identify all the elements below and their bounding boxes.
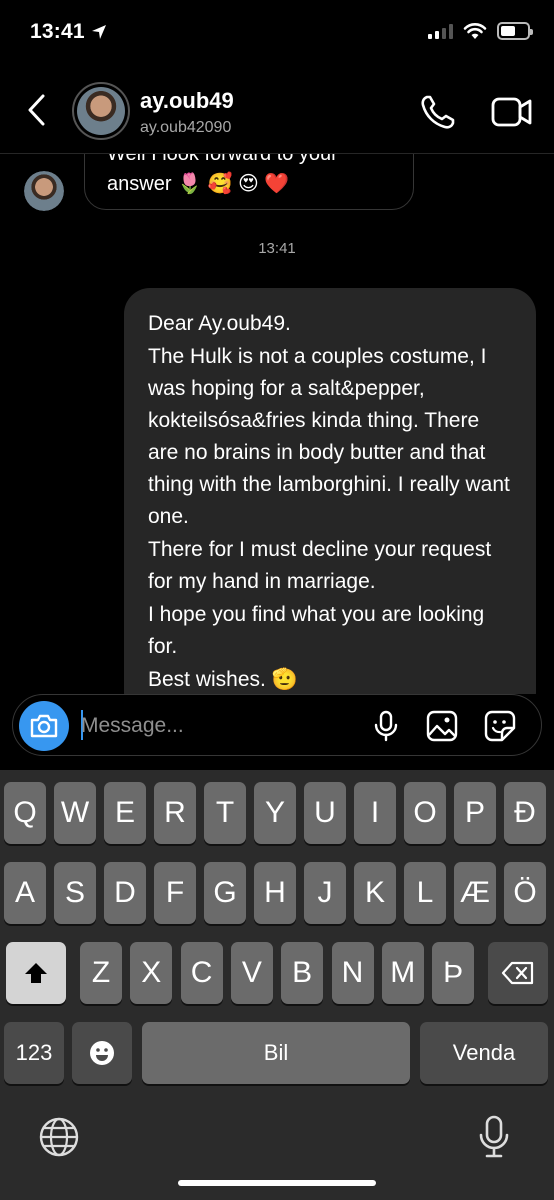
gallery-button[interactable] (425, 709, 459, 743)
wifi-icon (463, 23, 487, 39)
sent-message-line: I hope you find what you are looking for… (148, 603, 485, 658)
key-r[interactable]: R (154, 782, 196, 844)
key-x[interactable]: X (130, 942, 173, 1004)
sent-message[interactable]: Dear Ay.oub49. The Hulk is not a couples… (124, 288, 536, 694)
camera-button[interactable] (19, 701, 69, 751)
video-camera-icon (491, 97, 532, 127)
return-key[interactable]: Venda (420, 1022, 548, 1084)
contact-avatar[interactable] (72, 82, 130, 140)
message-composer (12, 694, 542, 756)
back-button[interactable] (20, 92, 52, 128)
received-message-line-1: Well I look forward to your (107, 154, 338, 165)
key-d[interactable]: D (104, 862, 146, 924)
key-h[interactable]: H (254, 862, 296, 924)
globe-icon (39, 1117, 79, 1157)
contact-username[interactable]: ay.oub42090 (140, 119, 231, 137)
microphone-icon (374, 710, 398, 742)
key-e[interactable]: E (104, 782, 146, 844)
voice-message-button[interactable] (369, 709, 403, 743)
status-indicators (428, 22, 533, 40)
key-v[interactable]: V (230, 942, 273, 1004)
key-g[interactable]: G (204, 862, 246, 924)
status-bar: 13:41 (0, 0, 554, 66)
key-i[interactable]: I (354, 782, 396, 844)
key-c[interactable]: C (180, 942, 223, 1004)
key-u[interactable]: U (304, 782, 346, 844)
dictation-mic-icon (479, 1115, 509, 1158)
sent-message-line: There for I must decline your request fo… (148, 538, 492, 593)
key-l[interactable]: L (404, 862, 446, 924)
key-p[interactable]: P (454, 782, 496, 844)
status-time: 13:41 (30, 20, 107, 44)
backspace-key[interactable] (488, 942, 548, 1004)
sent-message-line: The Hulk is not a couples costume, I was… (148, 345, 510, 528)
sent-message-line: Best wishes. 🫡 (148, 668, 298, 691)
message-timestamp: 13:41 (258, 240, 296, 257)
space-key[interactable]: Bil (142, 1022, 410, 1084)
backspace-icon (501, 961, 534, 985)
key-þ[interactable]: Þ (432, 942, 475, 1004)
contact-name[interactable]: ay.oub49 (140, 88, 234, 114)
key-b[interactable]: B (281, 942, 324, 1004)
key-ö[interactable]: Ö (504, 862, 546, 924)
home-indicator[interactable] (178, 1180, 376, 1186)
key-o[interactable]: O (404, 782, 446, 844)
key-z[interactable]: Z (80, 942, 122, 1004)
globe-button[interactable] (38, 1116, 80, 1163)
sender-avatar[interactable] (24, 171, 64, 211)
message-thread[interactable]: Well I look forward to your answer 🌷 🥰 😍… (0, 154, 554, 694)
shift-key[interactable] (6, 942, 66, 1004)
camera-icon (30, 714, 58, 738)
received-message-line-2: answer 🌷 🥰 😍 ❤️ (107, 173, 290, 195)
status-time-text: 13:41 (30, 20, 85, 43)
numbers-key[interactable]: 123 (4, 1022, 64, 1084)
gallery-icon (426, 710, 458, 742)
key-w[interactable]: W (54, 782, 96, 844)
key-m[interactable]: M (381, 942, 424, 1004)
key-æ[interactable]: Æ (454, 862, 496, 924)
key-y[interactable]: Y (254, 782, 296, 844)
message-input[interactable] (81, 705, 351, 747)
cellular-signal-icon (428, 23, 453, 39)
shift-icon (25, 963, 47, 983)
video-call-button[interactable] (490, 94, 534, 130)
sticker-button[interactable] (483, 709, 517, 743)
key-q[interactable]: Q (4, 782, 46, 844)
back-chevron-icon (28, 94, 45, 126)
key-s[interactable]: S (54, 862, 96, 924)
voice-call-button[interactable] (418, 92, 458, 132)
sticker-icon (484, 710, 516, 742)
emoji-key[interactable] (72, 1022, 132, 1084)
sent-message-line: Dear Ay.oub49. (148, 312, 291, 335)
phone-icon (421, 95, 455, 129)
key-đ[interactable]: Đ (504, 782, 546, 844)
received-message[interactable]: Well I look forward to your answer 🌷 🥰 😍… (84, 154, 414, 210)
keyboard: QWERTYUIOPĐ ASDFGHJKLÆÖ ZXCVBNMÞ 123 Bil… (0, 770, 554, 1200)
chat-header: ay.oub49 ay.oub42090 (0, 66, 554, 154)
key-a[interactable]: A (4, 862, 46, 924)
battery-icon (497, 22, 533, 40)
dictation-button[interactable] (476, 1114, 512, 1165)
emoji-icon (90, 1041, 114, 1065)
key-f[interactable]: F (154, 862, 196, 924)
key-k[interactable]: K (354, 862, 396, 924)
key-t[interactable]: T (204, 782, 246, 844)
key-n[interactable]: N (331, 942, 374, 1004)
location-arrow-icon (91, 25, 106, 39)
key-j[interactable]: J (304, 862, 346, 924)
